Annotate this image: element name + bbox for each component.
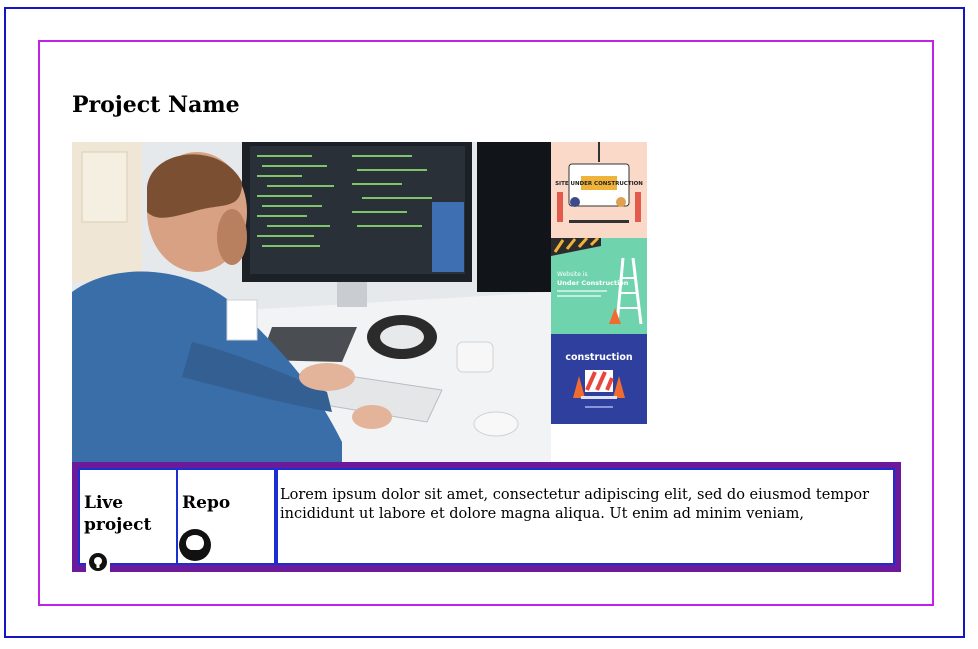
live-project-label: Live project [84, 493, 152, 535]
thumbnail-strip: SITE UNDER CONSTRUCTION Website is Under… [551, 142, 647, 430]
thumb-3-caption: construction [565, 352, 633, 363]
github-icon[interactable] [178, 528, 212, 562]
developer-illustration [72, 142, 551, 462]
github-icon[interactable] [88, 552, 108, 572]
live-project-cell[interactable]: Live project [78, 468, 178, 574]
project-info-strip: Live project Repo Lorem ipsum dolor sit … [72, 462, 901, 574]
main-project-image [72, 142, 551, 462]
construction-thumb-2-illustration: Website is Under Construction [551, 238, 647, 334]
project-title: Project Name [72, 92, 240, 118]
thumb-1-caption: SITE UNDER CONSTRUCTION [555, 181, 643, 187]
construction-thumb-3-illustration: construction [551, 334, 647, 430]
thumbnail-construction[interactable]: construction [551, 334, 647, 430]
thumb-2-caption-line1: Website is [557, 271, 588, 278]
thumbnail-site-under-construction[interactable]: SITE UNDER CONSTRUCTION [551, 142, 647, 238]
project-description: Lorem ipsum dolor sit amet, consectetur … [280, 487, 870, 522]
repo-label: Repo [182, 493, 231, 513]
description-cell: Lorem ipsum dolor sit amet, consectetur … [276, 468, 895, 565]
repo-cell[interactable]: Repo [176, 468, 276, 565]
thumb-2-caption-line2: Under Construction [557, 279, 629, 287]
live-project-icon-wrap [86, 550, 110, 574]
construction-thumb-1-illustration: SITE UNDER CONSTRUCTION [551, 142, 647, 238]
thumbnail-website-under-construction[interactable]: Website is Under Construction [551, 238, 647, 334]
